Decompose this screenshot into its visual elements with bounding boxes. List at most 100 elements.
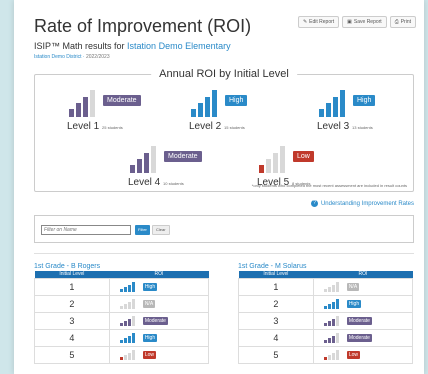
- roi-bars-icon: [130, 143, 166, 173]
- student-count: 15 students: [224, 125, 245, 130]
- roi-bars-icon: [191, 87, 227, 117]
- level-name: Level 3: [317, 121, 353, 132]
- save-report-button[interactable]: ▣ Save Report: [342, 16, 387, 28]
- roi-bar: [335, 349, 339, 360]
- roi-bar: [326, 103, 331, 117]
- roi-bars-icon: [69, 87, 105, 117]
- roi-rating-badge: N/A: [346, 282, 360, 291]
- level-label: Level 1 25 students: [67, 121, 123, 132]
- class-title[interactable]: 1st Grade - M Solarus: [238, 263, 413, 270]
- initial-level-cell: 5: [238, 345, 314, 364]
- roi-bar: [127, 301, 131, 309]
- roi-bar: [331, 301, 335, 309]
- roi-bars-icon: [323, 349, 344, 360]
- roi-bar: [127, 335, 131, 343]
- roi-rating-badge: Low: [293, 151, 314, 162]
- roi-cell-content: High: [314, 298, 412, 309]
- level-label: Level 4 10 students: [128, 177, 184, 188]
- roi-bar: [327, 286, 331, 292]
- roi-cell: High: [108, 277, 210, 296]
- roi-bars-icon: [323, 332, 344, 343]
- roi-bar: [340, 90, 345, 117]
- roi-rating-badge: Moderate: [346, 333, 372, 342]
- roi-bar: [131, 332, 135, 343]
- table-row: 3 Moderate: [34, 311, 210, 330]
- level-name: Level 2: [189, 121, 225, 132]
- roi-bar: [144, 153, 149, 173]
- understanding-rates-link[interactable]: ? Understanding Improvement Rates: [310, 200, 414, 207]
- initial-level-cell: 3: [34, 311, 110, 330]
- roi-cell: Low: [108, 345, 210, 364]
- roi-cell-content: N/A: [110, 298, 208, 309]
- roi-bar: [137, 159, 142, 173]
- initial-level-cell: 3: [238, 311, 314, 330]
- table-row: 4 Moderate: [238, 328, 414, 347]
- roi-bar: [119, 339, 123, 343]
- roi-bar: [191, 109, 196, 117]
- print-button[interactable]: ⎙ Print: [389, 16, 416, 28]
- class-title[interactable]: 1st Grade - B Rogers: [34, 263, 209, 270]
- level-name: Level 1: [67, 121, 103, 132]
- roi-bar: [331, 284, 335, 292]
- roi-bar: [335, 281, 339, 292]
- roi-bar: [127, 318, 131, 326]
- roi-bar: [131, 298, 135, 309]
- roi-bar: [323, 339, 327, 343]
- initial-level-cell: 1: [34, 277, 110, 296]
- roi-rating-badge: High: [225, 95, 248, 106]
- roi-bar: [323, 305, 327, 309]
- table-row: 2 N/A: [34, 294, 210, 313]
- roi-rating-badge: Moderate: [103, 95, 141, 106]
- roi-bar: [327, 303, 331, 309]
- roi-bar: [335, 298, 339, 309]
- roi-rating-badge: Moderate: [164, 151, 202, 162]
- save-icon: ▣: [347, 19, 352, 25]
- roi-bar: [123, 354, 127, 360]
- print-icon: ⎙: [394, 19, 399, 25]
- roi-cell-content: Moderate: [110, 315, 208, 326]
- district-link[interactable]: Istation Demo District: [34, 54, 82, 60]
- divider: [34, 253, 414, 254]
- edit-report-button[interactable]: ✎ Edit Report: [297, 16, 340, 28]
- roi-bars-icon: [119, 281, 140, 292]
- roi-bars-icon: [319, 87, 355, 117]
- filter-name-input[interactable]: [41, 225, 131, 235]
- initial-level-cell: 2: [238, 294, 314, 313]
- table-row: 4 High: [34, 328, 210, 347]
- roi-bar: [323, 322, 327, 326]
- roi-bars-icon: [119, 332, 140, 343]
- clear-button[interactable]: Clear: [152, 225, 170, 235]
- roi-bar: [90, 90, 95, 117]
- school-year: 2022/2023: [85, 54, 110, 60]
- roi-bar: [123, 303, 127, 309]
- initial-level-cell: 5: [34, 345, 110, 364]
- roi-rating-badge: High: [353, 95, 376, 106]
- roi-cell: Moderate: [312, 311, 414, 330]
- column-header: ROI: [109, 271, 209, 278]
- column-header: Initial Level: [34, 271, 110, 278]
- report-page: Rate of Improvement (ROI) ✎ Edit Report ▣…: [14, 0, 424, 374]
- annual-roi-summary: Annual ROI by Initial Level Moderate Leve…: [34, 68, 414, 192]
- table-row: 5 Low: [238, 345, 414, 364]
- roi-cell: Moderate: [312, 328, 414, 347]
- roi-bar: [119, 356, 123, 360]
- table-header-row: Initial Level ROI: [34, 271, 209, 278]
- roi-bar: [259, 165, 264, 173]
- roi-bar: [335, 332, 339, 343]
- roi-cell: High: [312, 294, 414, 313]
- filter-panel: Filter Clear: [34, 215, 414, 243]
- roi-bar: [127, 284, 131, 292]
- roi-rating-badge: Low: [346, 350, 360, 359]
- student-count: 13 students: [352, 125, 373, 130]
- filter-button[interactable]: Filter: [135, 225, 150, 235]
- report-subtitle: ISIP™ Math results for Istation Demo Ele…: [34, 41, 231, 51]
- school-link[interactable]: Istation Demo Elementary: [127, 41, 231, 51]
- initial-level-cell: 4: [238, 328, 314, 347]
- roi-cell: High: [108, 328, 210, 347]
- roi-bars-icon: [119, 315, 140, 326]
- roi-bar: [323, 356, 327, 360]
- roi-cell-content: Low: [314, 349, 412, 360]
- roi-bars-icon: [119, 298, 140, 309]
- roi-bar: [327, 320, 331, 326]
- roi-cell-content: N/A: [314, 281, 412, 292]
